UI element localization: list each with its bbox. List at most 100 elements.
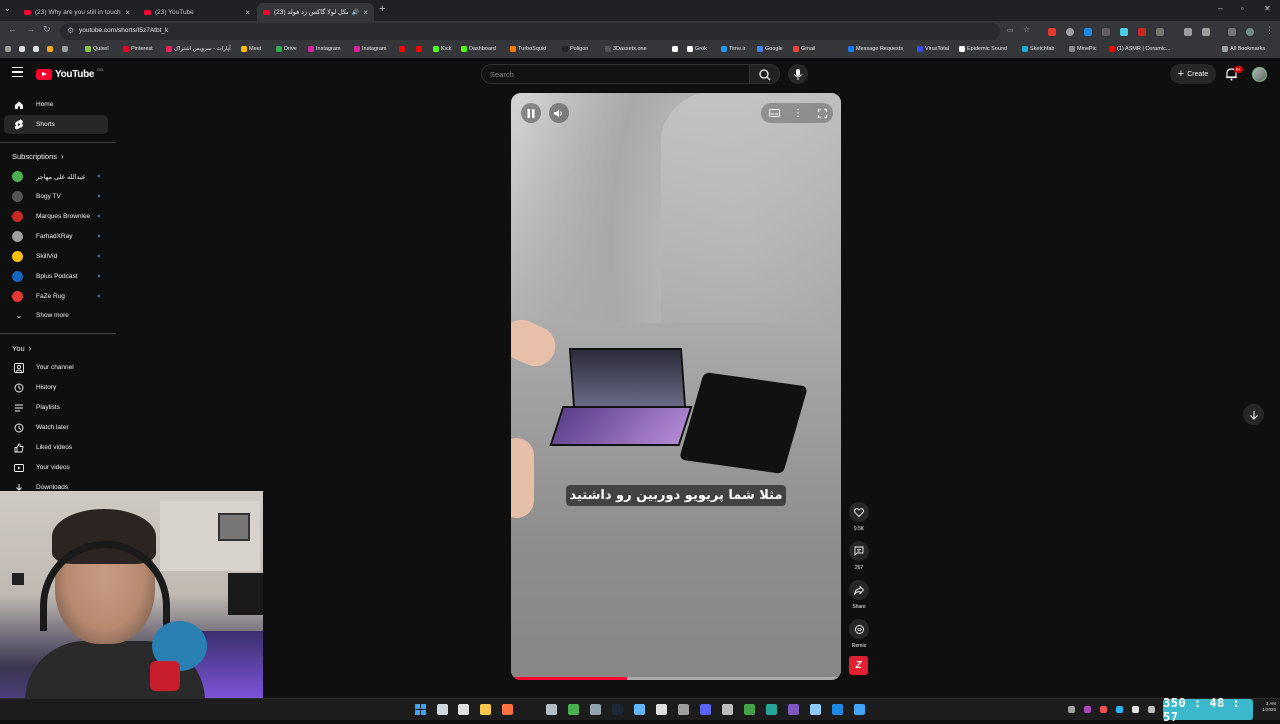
extension-icon[interactable]: [1084, 28, 1092, 36]
steam-icon[interactable]: [612, 704, 623, 715]
bookmark-item[interactable]: Time.ir: [721, 46, 746, 52]
back-icon[interactable]: ←: [8, 24, 17, 34]
next-short-button[interactable]: [1243, 404, 1264, 425]
browser-tab[interactable]: (23) Why are you still in touch with ×: [18, 3, 136, 21]
bookmark-item[interactable]: Kick: [433, 46, 451, 52]
sidebar-item-like[interactable]: Liked videos: [4, 438, 108, 457]
bookmark-item[interactable]: Gmail: [793, 46, 815, 52]
bookmark-item[interactable]: Poligon: [562, 46, 588, 52]
discord-icon[interactable]: [700, 704, 711, 715]
widgets-icon[interactable]: [458, 704, 469, 715]
youtube-logo[interactable]: YouTube GB: [36, 67, 103, 80]
new-tab-icon[interactable]: +: [379, 3, 385, 15]
like-icon[interactable]: [849, 502, 869, 522]
bookmark-item[interactable]: Pinterest: [123, 46, 153, 52]
extension-icon[interactable]: [1202, 28, 1210, 36]
comment-action[interactable]: 267: [848, 541, 870, 571]
app-icon[interactable]: [810, 704, 821, 715]
bookmark-item[interactable]: Drive: [276, 46, 297, 52]
close-tab-icon[interactable]: ×: [363, 8, 368, 17]
like-action[interactable]: 9.5K: [848, 502, 870, 532]
extension-icon[interactable]: [1102, 28, 1110, 36]
extension-icon[interactable]: [1138, 28, 1146, 36]
audio-playing-icon[interactable]: 🔊: [352, 9, 359, 16]
remix-icon[interactable]: [849, 619, 869, 639]
extension-icon[interactable]: [1184, 28, 1192, 36]
close-tab-icon[interactable]: ×: [245, 8, 250, 17]
bookmark-item[interactable]: [416, 46, 424, 52]
windows-start-icon[interactable]: [415, 704, 426, 715]
browser-tab[interactable]: (23) YouTube ×: [138, 3, 256, 21]
sidebar-subscription-item[interactable]: SkillVid: [4, 247, 108, 266]
task-view-icon[interactable]: [437, 704, 448, 715]
sidepanel-icon[interactable]: [1228, 28, 1236, 36]
tray-icon[interactable]: [1084, 706, 1091, 713]
volume-button[interactable]: [549, 103, 569, 123]
file-explorer-icon[interactable]: [480, 704, 491, 715]
menu-icon[interactable]: [12, 67, 23, 80]
bookmark-item[interactable]: Message Requests: [848, 46, 903, 52]
forward-icon[interactable]: →: [26, 24, 35, 34]
you-heading[interactable]: You ›: [12, 344, 31, 353]
bookmark-item[interactable]: (1) ASMR | Ceramic...: [1109, 46, 1170, 52]
sidebar-subscription-item[interactable]: Marques Brownlee: [4, 207, 108, 226]
maximize-icon[interactable]: ▫: [1241, 4, 1244, 13]
tab-search-icon[interactable]: ⌄: [4, 4, 11, 13]
bookmark-icon[interactable]: [62, 46, 68, 52]
bookmark-item[interactable]: Instagram: [354, 46, 386, 52]
bookmark-icon[interactable]: [19, 46, 25, 52]
bookmark-item[interactable]: Sketchfab: [1022, 46, 1054, 52]
search-input[interactable]: Search: [481, 64, 750, 84]
share-action[interactable]: Share: [848, 580, 870, 610]
apps-icon[interactable]: [5, 46, 11, 52]
account-avatar[interactable]: [1252, 67, 1267, 82]
comment-icon[interactable]: [849, 541, 869, 561]
cast-icon[interactable]: ▭: [1007, 26, 1014, 34]
extension-icon[interactable]: [1066, 28, 1074, 36]
close-tab-icon[interactable]: ×: [125, 8, 130, 17]
sidebar-item-your-videos[interactable]: Your videos: [4, 458, 108, 477]
bookmark-item[interactable]: Grok: [687, 46, 707, 52]
browser-tab-active[interactable]: (23) شکل لولا گاکس زد فولد 🔊 ×: [257, 3, 374, 21]
bookmark-star-icon[interactable]: ☆: [1023, 25, 1030, 34]
tray-icon[interactable]: [1132, 706, 1139, 713]
bookmark-item[interactable]: VirusTotal: [917, 46, 949, 52]
tray-icon[interactable]: [1100, 706, 1107, 713]
sidebar-subscription-item[interactable]: Bplus Podcast: [4, 267, 108, 286]
tray-icon[interactable]: [1068, 706, 1075, 713]
create-button[interactable]: + Create: [1170, 64, 1216, 84]
site-info-icon[interactable]: ⚙: [67, 26, 74, 35]
bookmark-item[interactable]: [399, 46, 407, 52]
app-icon[interactable]: [854, 704, 865, 715]
extensions-puzzle-icon[interactable]: [1156, 28, 1164, 36]
sidebar-item-history[interactable]: History: [4, 378, 108, 397]
all-bookmarks[interactable]: All Bookmarks: [1222, 46, 1265, 52]
system-clock[interactable]: 3 AM 1/2026: [1254, 701, 1276, 713]
voice-search-button[interactable]: [788, 64, 808, 84]
extension-icon[interactable]: [1120, 28, 1128, 36]
fullscreen-button[interactable]: [812, 103, 832, 123]
bookmark-item[interactable]: Epidemic Sound: [959, 46, 1007, 52]
subscriptions-heading[interactable]: Subscriptions ›: [12, 152, 64, 161]
extension-icon[interactable]: [1048, 28, 1056, 36]
bookmark-icon[interactable]: [47, 46, 53, 52]
bookmark-item[interactable]: آپارات - سرویس اشتراک: [166, 46, 231, 52]
sidebar-item-watch-later[interactable]: Watch later: [4, 418, 108, 437]
more-options-button[interactable]: ⋮: [788, 103, 808, 123]
app-icon[interactable]: [656, 704, 667, 715]
app-icon[interactable]: [744, 704, 755, 715]
sidebar-subscription-item[interactable]: FarhadXRay: [4, 227, 108, 246]
bookmark-icon[interactable]: [33, 46, 39, 52]
chrome-icon[interactable]: [568, 704, 579, 715]
shorts-video-player[interactable]: ⋮ مثلا شما پریویو دوربین رو داشتید: [511, 93, 841, 680]
sidebar-item-channel[interactable]: Your channel: [4, 358, 108, 377]
app-icon[interactable]: [766, 704, 777, 715]
remix-action[interactable]: Remix: [848, 619, 870, 649]
video-progress-bar[interactable]: [511, 677, 841, 680]
tray-icon[interactable]: [1148, 706, 1155, 713]
bookmark-item[interactable]: Instagram: [308, 46, 340, 52]
app-icon[interactable]: [590, 704, 601, 715]
bookmark-item[interactable]: Google: [757, 46, 783, 52]
search-icon[interactable]: [502, 704, 513, 715]
show-more-button[interactable]: ⌄ Show more: [4, 306, 108, 325]
